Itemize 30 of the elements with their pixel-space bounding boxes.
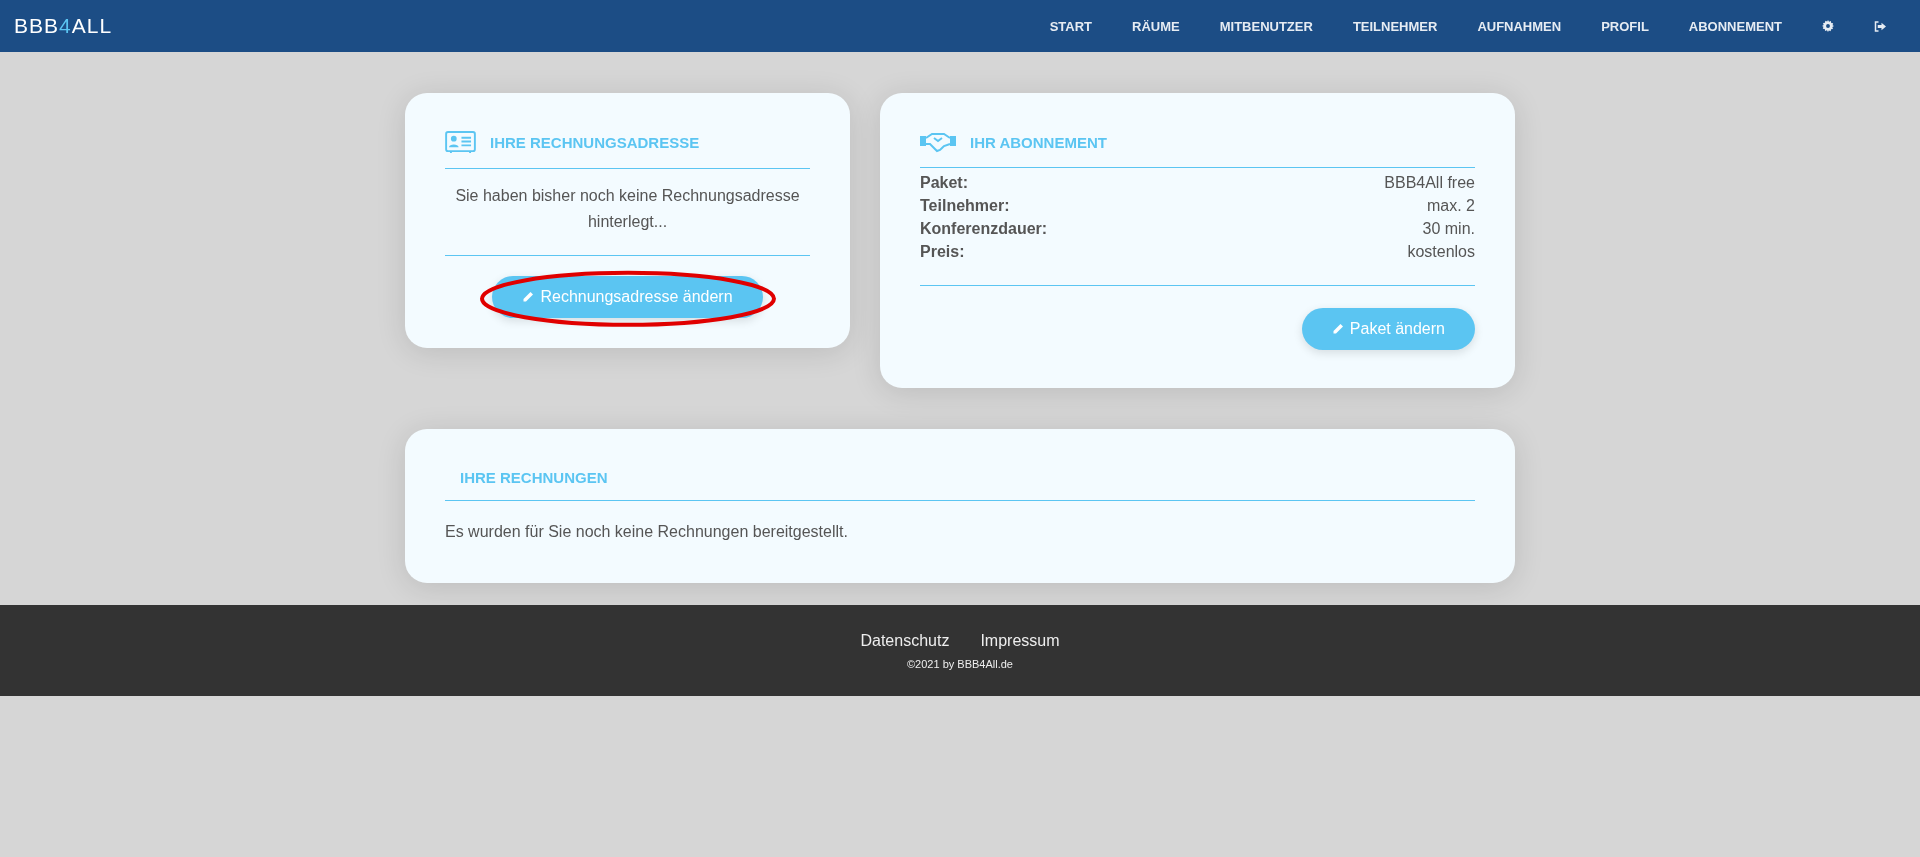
info-message: Es wurden für Sie noch keine Rechnungen bereitgestellt. [445, 523, 849, 541]
footer-link[interactable]: Datenschutz [860, 631, 950, 650]
nav-link[interactable]: AUFNAHMEN [1477, 18, 1562, 34]
field-value: BBB4All free [1384, 174, 1475, 192]
card-title: IHR ABONNEMENT [970, 133, 1107, 151]
field-value: kostenlos [1407, 243, 1475, 261]
id-card-icon [445, 131, 476, 154]
logo[interactable]: BBB4ALL [14, 14, 113, 38]
pencil-icon [522, 291, 535, 303]
card-title: IHRE RECHNUNGEN [459, 469, 609, 486]
info-message: Sie haben bisher noch keine Rechnungsadresse hinterlegt... [454, 186, 801, 232]
field-label: Paket: [920, 174, 969, 192]
nav-link[interactable]: PROFIL [1601, 18, 1649, 34]
settings-icon[interactable] [1822, 20, 1834, 32]
nav-link[interactable]: MITBENUTZER [1219, 18, 1313, 34]
footer-link[interactable]: Impressum [980, 631, 1060, 650]
card-title: IHRE RECHNUNGSADRESSE [490, 134, 700, 151]
nav-link[interactable]: TEILNEHMER [1352, 18, 1438, 34]
pencil-icon [1331, 323, 1344, 335]
logout-icon[interactable] [1874, 20, 1886, 32]
field-value: 30 min. [1422, 220, 1475, 238]
nav-link[interactable]: START [1049, 18, 1093, 34]
field-label: Konferenzdauer: [920, 220, 1048, 238]
nav-link[interactable]: ABONNEMENT [1688, 18, 1782, 34]
field-value: max. 2 [1427, 197, 1475, 215]
handshake-icon [920, 131, 956, 153]
copyright-text: ©2021 by BBB4All.de [907, 657, 1013, 670]
field-label: Preis: [920, 243, 965, 261]
nav-link[interactable]: RÄUME [1132, 18, 1180, 34]
field-label: Teilnehmer: [920, 197, 1010, 215]
